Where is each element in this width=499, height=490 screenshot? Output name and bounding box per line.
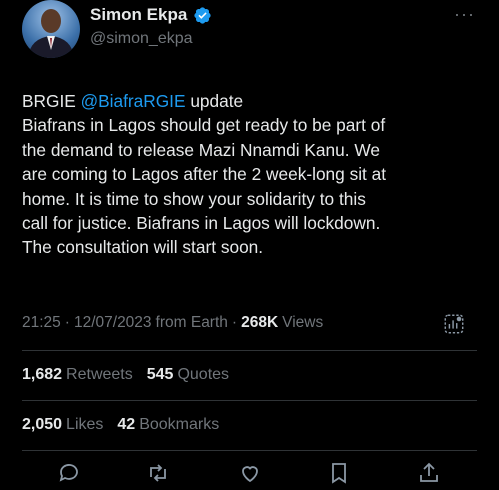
tweet-line-text: update xyxy=(185,91,244,111)
tweet-line: home. It is time to show your solidarity… xyxy=(22,188,366,209)
likes-stat[interactable]: 2,050 Likes xyxy=(22,416,103,434)
tweet-line: BRGIE @BiafraRGIE update xyxy=(22,89,482,113)
bookmarks-count: 42 xyxy=(117,416,136,433)
bookmarks-stat[interactable]: 42 Bookmarks xyxy=(117,416,219,434)
tweet-meta: 21:25 · 12/07/2023 from Earth · 268K Vie… xyxy=(22,314,323,332)
like-icon[interactable] xyxy=(238,461,262,485)
views-count: 268K xyxy=(241,314,279,331)
author-handle[interactable]: @simon_ekpa xyxy=(90,30,193,48)
bookmark-icon[interactable] xyxy=(327,461,351,485)
likes-count: 2,050 xyxy=(22,416,63,433)
quotes-count: 545 xyxy=(146,366,174,383)
retweet-icon[interactable] xyxy=(146,461,170,485)
verified-badge-icon xyxy=(193,6,212,25)
tweet-line: Biafrans in Lagos should get ready to be… xyxy=(22,115,386,136)
likes-label: Likes xyxy=(66,416,104,433)
tweet-line: are coming to Lagos after the 2 week-lon… xyxy=(22,164,387,185)
tweet-line: The consultation will start soon. xyxy=(22,237,264,258)
share-icon[interactable] xyxy=(417,461,441,485)
quotes-stat[interactable]: 545 Quotes xyxy=(147,366,229,384)
views-label: Views xyxy=(282,314,324,331)
avatar[interactable] xyxy=(22,0,80,58)
tweet-date[interactable]: 12/07/2023 xyxy=(74,314,152,332)
mention-link[interactable]: @BiafraRGIE xyxy=(81,91,186,111)
author-display-name[interactable]: Simon Ekpa xyxy=(90,5,187,25)
meta-separator: · xyxy=(231,314,238,331)
bookmarks-label: Bookmarks xyxy=(139,416,220,433)
tweet: Simon Ekpa @simon_ekpa ··· BRGIE @Biafra… xyxy=(0,0,499,484)
analytics-icon[interactable] xyxy=(443,313,465,335)
divider xyxy=(22,400,477,401)
tweet-line-text: BRGIE xyxy=(22,91,81,111)
tweet-time[interactable]: 21:25 xyxy=(22,314,61,332)
action-bar xyxy=(0,461,499,484)
meta-separator: · xyxy=(64,314,70,331)
divider xyxy=(22,350,477,351)
retweets-label: Retweets xyxy=(66,366,133,383)
stats-row-likes: 2,050 Likes 42 Bookmarks xyxy=(22,416,219,434)
tweet-line: the demand to release Mazi Nnamdi Kanu. … xyxy=(22,139,380,160)
retweets-count: 1,682 xyxy=(22,366,63,383)
reply-icon[interactable] xyxy=(57,461,81,485)
tweet-source: from Earth xyxy=(155,314,228,331)
more-options-icon[interactable]: ··· xyxy=(454,4,475,25)
author-name-row: Simon Ekpa xyxy=(90,5,212,25)
quotes-label: Quotes xyxy=(177,366,230,383)
tweet-text: BRGIE @BiafraRGIE update Biafrans in Lag… xyxy=(22,89,482,260)
stats-row-reposts: 1,682 Retweets 545 Quotes xyxy=(22,366,229,384)
retweets-stat[interactable]: 1,682 Retweets xyxy=(22,366,133,384)
divider xyxy=(22,450,477,451)
tweet-line: call for justice. Biafrans in Lagos will… xyxy=(22,213,381,234)
